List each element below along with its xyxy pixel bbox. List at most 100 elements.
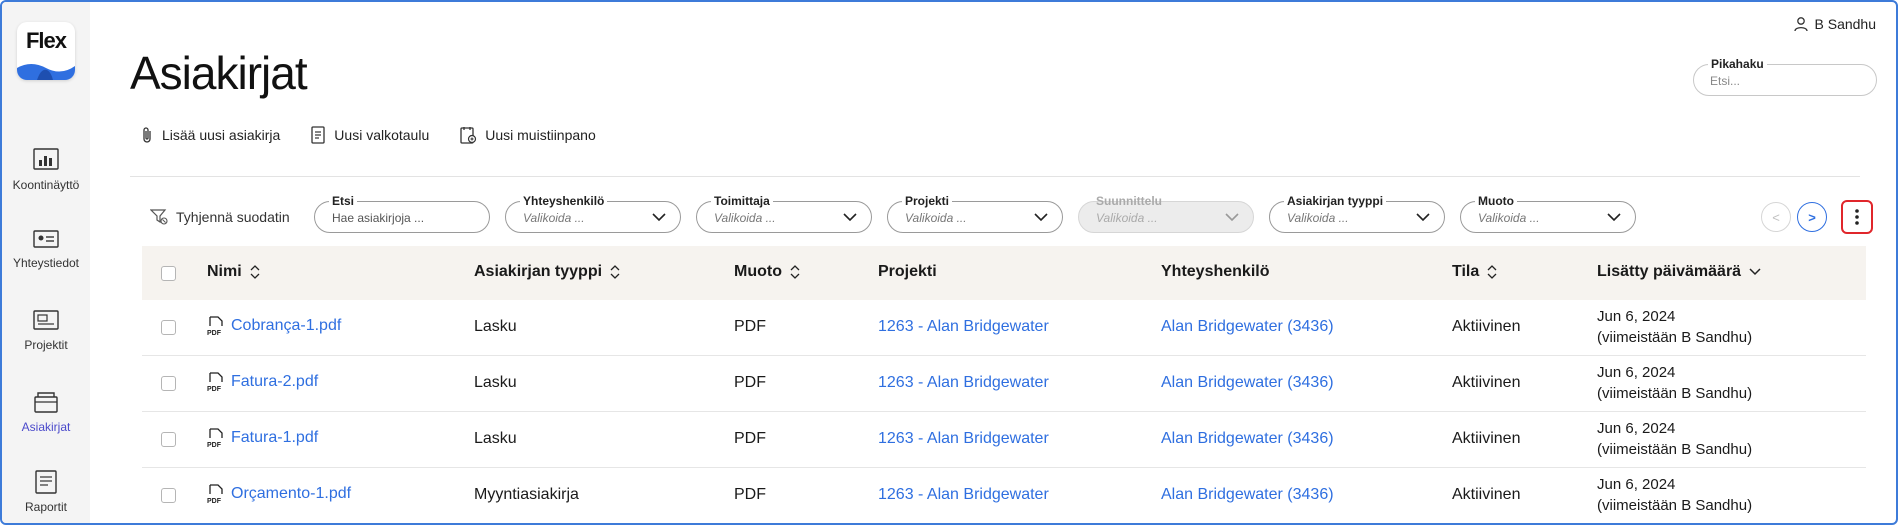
column-header-label: Yhteyshenkilö	[1161, 263, 1270, 280]
row-checkbox[interactable]	[161, 376, 176, 391]
project-filter-select[interactable]: Projekti Valikoida ...	[887, 194, 1063, 233]
whiteboard-icon	[311, 126, 325, 144]
contact-link[interactable]: Alan Bridgewater (3436)	[1161, 486, 1334, 504]
new-note-button[interactable]: Uusi muistiinpano	[459, 126, 596, 144]
table-row[interactable]: PDF Orçamento-1.pdf Myyntiasiakirja PDF …	[142, 468, 1866, 523]
pdf-file-icon: PDF	[207, 316, 223, 336]
pdf-file-icon: PDF	[207, 428, 223, 448]
status-cell: Aktiivinen	[1452, 318, 1521, 335]
sidebar-item-label: Asiakirjat	[21, 420, 71, 434]
filter-label: Projekti	[902, 194, 953, 208]
user-menu[interactable]: B Sandhu	[1793, 16, 1876, 32]
column-header-label: Asiakirjan tyyppi	[474, 263, 603, 280]
chevron-down-icon	[1034, 213, 1048, 222]
contact-link[interactable]: Alan Bridgewater (3436)	[1161, 374, 1334, 392]
row-checkbox[interactable]	[161, 432, 176, 447]
table-header: Nimi Asiakirjan tyyppi Muoto Projekti Yh…	[142, 246, 1866, 300]
sidebar-item-label: Yhteystiedot	[12, 256, 80, 270]
sidebar-item-projects[interactable]: Projektit	[2, 310, 90, 352]
chevron-down-icon	[652, 213, 666, 222]
project-link[interactable]: 1263 - Alan Bridgewater	[878, 318, 1049, 336]
status-cell: Aktiivinen	[1452, 486, 1521, 503]
planning-filter-select: Suunnittelu Valikoida ...	[1078, 194, 1254, 233]
divider	[130, 176, 1860, 177]
select-all-checkbox[interactable]	[161, 266, 176, 281]
flex-logo[interactable]: Flex	[17, 22, 75, 80]
table-row[interactable]: PDF Fatura-1.pdf Lasku PDF 1263 - Alan B…	[142, 412, 1866, 468]
column-header-date-added[interactable]: Lisätty päivämäärä	[1597, 263, 1761, 281]
date-added-value: Jun 6, 2024	[1597, 420, 1676, 437]
chevron-down-icon	[1416, 213, 1430, 222]
date-added-value: Jun 6, 2024	[1597, 364, 1676, 381]
svg-text:PDF: PDF	[207, 442, 222, 448]
project-link[interactable]: 1263 - Alan Bridgewater	[878, 374, 1049, 392]
filter-label: Yhteyshenkilö	[520, 194, 608, 208]
logo-wave-icon	[17, 64, 75, 80]
file-name-link[interactable]: Orçamento-1.pdf	[231, 485, 351, 503]
filter-placeholder: Valikoida ...	[523, 211, 585, 225]
clear-filter-button[interactable]: Tyhjennä suodatin	[150, 208, 290, 226]
column-header-format[interactable]: Muoto	[734, 263, 800, 281]
column-header-project: Projekti	[878, 263, 937, 281]
user-icon	[1793, 17, 1808, 32]
filter-label: Etsi	[329, 194, 358, 208]
pdf-file-icon: PDF	[207, 372, 223, 392]
row-checkbox[interactable]	[161, 320, 176, 335]
previous-page-button[interactable]: <	[1761, 202, 1791, 232]
sidebar-item-dashboard[interactable]: Koontinäyttö	[2, 148, 90, 192]
doc-type-filter-select[interactable]: Asiakirjan tyyppi Valikoida ...	[1269, 194, 1445, 233]
doc-type-cell: Lasku	[474, 318, 517, 335]
column-header-status[interactable]: Tila	[1452, 263, 1497, 281]
next-page-button[interactable]: >	[1797, 202, 1827, 232]
project-link[interactable]: 1263 - Alan Bridgewater	[878, 430, 1049, 448]
documents-table: Nimi Asiakirjan tyyppi Muoto Projekti Yh…	[142, 246, 1866, 523]
sidebar-item-contacts[interactable]: Yhteystiedot	[2, 230, 90, 270]
contact-link[interactable]: Alan Bridgewater (3436)	[1161, 430, 1334, 448]
column-header-contact: Yhteyshenkilö	[1161, 263, 1269, 281]
file-name-link[interactable]: Fatura-2.pdf	[231, 373, 318, 391]
contact-filter-select[interactable]: Yhteyshenkilö Valikoida ...	[505, 194, 681, 233]
chevron-down-icon	[843, 213, 857, 222]
project-link[interactable]: 1263 - Alan Bridgewater	[878, 486, 1049, 504]
supplier-filter-select[interactable]: Toimittaja Valikoida ...	[696, 194, 872, 233]
sort-icon	[1487, 265, 1497, 279]
projects-icon	[33, 310, 59, 330]
sidebar-item-reports[interactable]: Raportit	[2, 470, 90, 514]
column-header-name[interactable]: Nimi	[207, 263, 260, 281]
doc-type-cell: Myyntiasiakirja	[474, 486, 579, 503]
file-name-link[interactable]: Fatura-1.pdf	[231, 429, 318, 447]
row-checkbox[interactable]	[161, 488, 176, 503]
clear-filter-label: Tyhjennä suodatin	[176, 209, 290, 225]
column-header-label: Lisätty päivämäärä	[1597, 263, 1742, 280]
sidebar-item-label: Raportit	[24, 500, 68, 514]
pdf-file-icon: PDF	[207, 484, 223, 504]
svg-text:PDF: PDF	[207, 386, 222, 392]
search-input[interactable]: Etsi Hae asiakirjoja ...	[314, 194, 490, 233]
sidebar: Flex Koontinäyttö Yhteystiedot Projektit…	[2, 2, 90, 523]
column-header-doc-type[interactable]: Asiakirjan tyyppi	[474, 263, 620, 281]
sidebar-item-documents[interactable]: Asiakirjat	[2, 390, 90, 434]
updated-by-value: (viimeistään B Sandhu)	[1597, 385, 1753, 402]
file-name-link[interactable]: Cobrança-1.pdf	[231, 317, 341, 335]
file-name-cell: PDF Fatura-1.pdf	[207, 428, 318, 448]
page-title: Asiakirjat	[130, 47, 308, 99]
sort-descending-icon	[1749, 268, 1761, 276]
format-filter-select[interactable]: Muoto Valikoida ...	[1460, 194, 1636, 233]
filter-placeholder: Valikoida ...	[1478, 211, 1540, 225]
updated-by-value: (viimeistään B Sandhu)	[1597, 329, 1753, 346]
doc-type-cell: Lasku	[474, 374, 517, 391]
filter-placeholder: Valikoida ...	[905, 211, 967, 225]
date-added-value: Jun 6, 2024	[1597, 476, 1676, 493]
more-options-button[interactable]	[1841, 200, 1873, 234]
contact-link[interactable]: Alan Bridgewater (3436)	[1161, 318, 1334, 336]
new-whiteboard-button[interactable]: Uusi valkotaulu	[310, 126, 429, 144]
add-document-button[interactable]: Lisää uusi asiakirja	[140, 126, 280, 144]
date-added-cell: Jun 6, 2024 (viimeistään B Sandhu)	[1597, 362, 1752, 404]
sort-icon	[250, 265, 260, 279]
table-row[interactable]: PDF Cobrança-1.pdf Lasku PDF 1263 - Alan…	[142, 300, 1866, 356]
quick-search-input[interactable]: Pikahaku Etsi...	[1693, 57, 1877, 96]
table-row[interactable]: PDF Fatura-2.pdf Lasku PDF 1263 - Alan B…	[142, 356, 1866, 412]
action-label: Lisää uusi asiakirja	[162, 127, 281, 143]
filter-label: Muoto	[1475, 194, 1517, 208]
sidebar-item-label: Koontinäyttö	[12, 178, 80, 192]
